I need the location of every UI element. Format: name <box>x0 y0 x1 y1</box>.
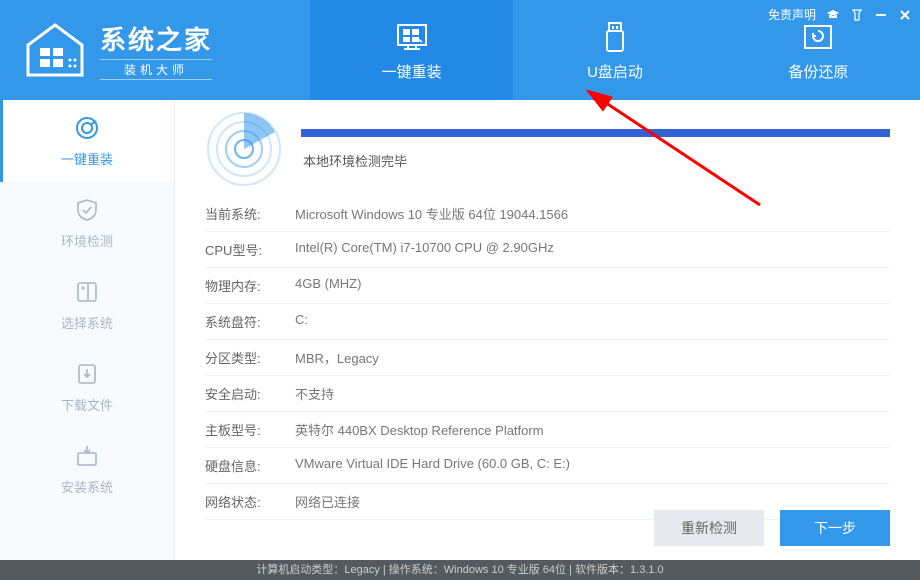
info-label: 物理内存: <box>205 276 295 295</box>
tab-label: 备份还原 <box>788 61 848 82</box>
tab-label: 一键重装 <box>382 61 442 82</box>
minimize-icon[interactable] <box>874 8 888 22</box>
select-icon <box>74 279 100 305</box>
info-row: 分区类型:MBR，Legacy <box>205 340 890 376</box>
info-table: 当前系统:Microsoft Windows 10 专业版 64位 19044.… <box>205 196 890 520</box>
info-row: 物理内存:4GB (MHZ) <box>205 268 890 304</box>
target-icon <box>74 115 100 141</box>
monitor-icon <box>394 19 430 55</box>
info-row: 硬盘信息:VMware Virtual IDE Hard Drive (60.0… <box>205 448 890 484</box>
topbar-right: 免责声明 <box>768 6 912 23</box>
info-row: 系统盘符:C: <box>205 304 890 340</box>
close-icon[interactable] <box>898 8 912 22</box>
info-value: 不支持 <box>295 384 890 403</box>
sidebar-item-install[interactable]: 安装系统 <box>0 428 174 510</box>
info-label: 网络状态: <box>205 492 295 511</box>
info-row: 当前系统:Microsoft Windows 10 专业版 64位 19044.… <box>205 196 890 232</box>
sidebar-label: 一键重装 <box>61 149 113 168</box>
header: 系统之家 装机大师 一键重装 U盘启动 备份还原 免责声明 <box>0 0 920 100</box>
tab-label: U盘启动 <box>587 61 643 82</box>
hat-icon[interactable] <box>826 8 840 22</box>
info-label: 硬盘信息: <box>205 456 295 475</box>
info-value: MBR，Legacy <box>295 348 890 367</box>
info-label: 主板型号: <box>205 420 295 439</box>
info-value: Intel(R) Core(TM) i7-10700 CPU @ 2.90GHz <box>295 240 890 259</box>
disclaimer-link[interactable]: 免责声明 <box>768 6 816 23</box>
logo-icon <box>20 20 90 80</box>
info-row: 主板型号:英特尔 440BX Desktop Reference Platfor… <box>205 412 890 448</box>
main-content: 本地环境检测完毕 当前系统:Microsoft Windows 10 专业版 6… <box>175 100 920 560</box>
shield-icon <box>74 197 100 223</box>
info-label: CPU型号: <box>205 240 295 259</box>
info-value: 4GB (MHZ) <box>295 276 890 295</box>
info-row: 安全启动:不支持 <box>205 376 890 412</box>
sidebar-label: 安装系统 <box>61 477 113 496</box>
info-label: 安全启动: <box>205 384 295 403</box>
footer-status: 计算机启动类型：Legacy | 操作系统：Windows 10 专业版 64位… <box>0 560 920 580</box>
logo-area: 系统之家 装机大师 <box>0 0 310 100</box>
info-label: 系统盘符: <box>205 312 295 331</box>
sidebar-item-select-system[interactable]: 选择系统 <box>0 264 174 346</box>
info-value: VMware Virtual IDE Hard Drive (60.0 GB, … <box>295 456 890 475</box>
backup-icon <box>800 19 836 55</box>
radar-icon <box>205 110 283 188</box>
logo-subtitle: 装机大师 <box>100 59 212 80</box>
download-icon <box>74 361 100 387</box>
logo-title: 系统之家 <box>100 20 212 57</box>
next-button[interactable]: 下一步 <box>780 510 890 546</box>
info-value: 网络已连接 <box>295 492 890 511</box>
sidebar-label: 选择系统 <box>61 313 113 332</box>
install-icon <box>74 443 100 469</box>
sidebar-label: 下载文件 <box>61 395 113 414</box>
info-value: Microsoft Windows 10 专业版 64位 19044.1566 <box>295 204 890 223</box>
info-value: 英特尔 440BX Desktop Reference Platform <box>295 420 890 439</box>
progress-bar <box>301 129 890 137</box>
sidebar-item-reinstall[interactable]: 一键重装 <box>0 100 174 182</box>
info-label: 当前系统: <box>205 204 295 223</box>
info-label: 分区类型: <box>205 348 295 367</box>
scan-status: 本地环境检测完毕 <box>303 151 890 170</box>
rescan-button[interactable]: 重新检测 <box>654 510 764 546</box>
usb-icon <box>597 19 633 55</box>
sidebar-item-download[interactable]: 下载文件 <box>0 346 174 428</box>
tab-reinstall[interactable]: 一键重装 <box>310 0 513 100</box>
info-value: C: <box>295 312 890 331</box>
theme-icon[interactable] <box>850 8 864 22</box>
info-row: CPU型号:Intel(R) Core(TM) i7-10700 CPU @ 2… <box>205 232 890 268</box>
sidebar-label: 环境检测 <box>61 231 113 250</box>
sidebar-item-env-check[interactable]: 环境检测 <box>0 182 174 264</box>
tab-usb-boot[interactable]: U盘启动 <box>513 0 716 100</box>
sidebar: 一键重装 环境检测 选择系统 下载文件 安装系统 <box>0 100 175 560</box>
